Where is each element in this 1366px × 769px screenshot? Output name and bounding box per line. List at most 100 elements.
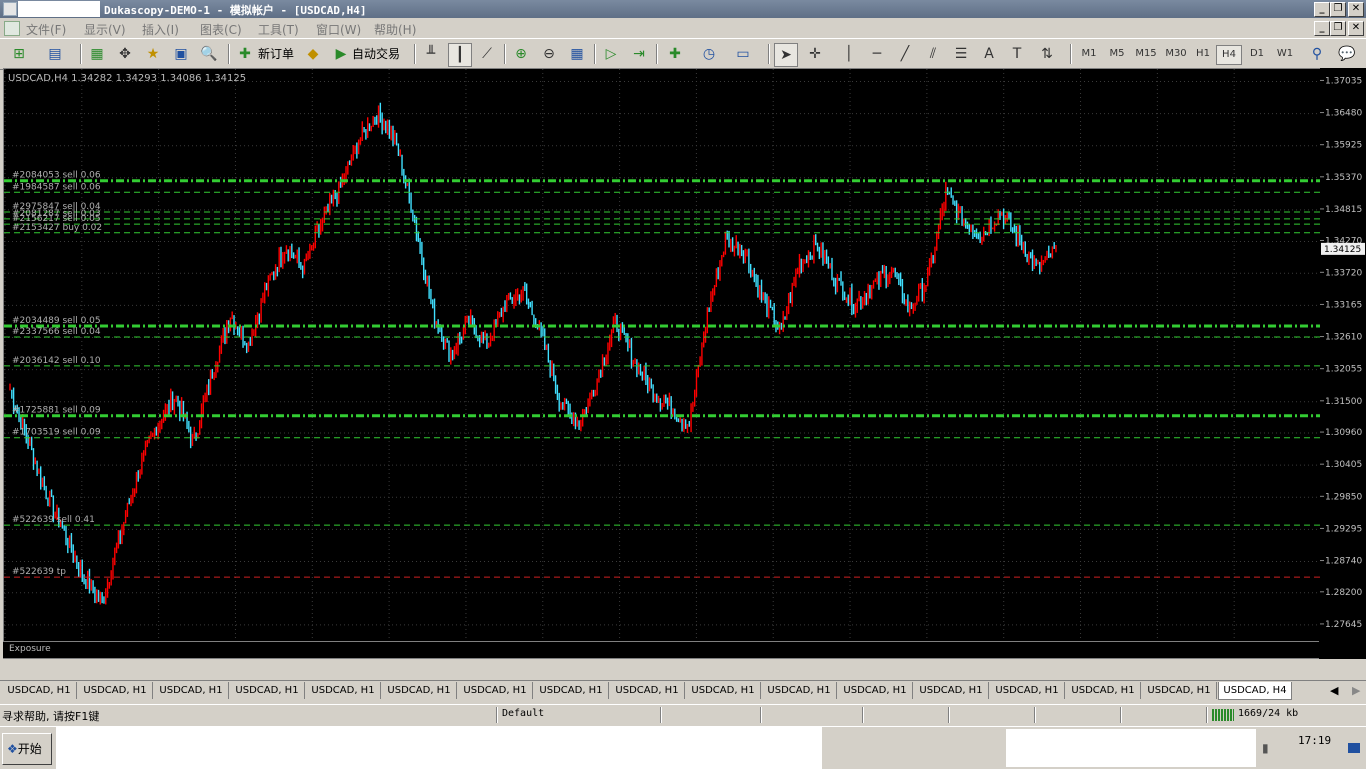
child-close-icon[interactable]: ✕ (1348, 21, 1364, 36)
chart-canvas: #2084053 sell 0.06#1984587 sell 0.06#297… (4, 69, 1320, 642)
trendline-icon[interactable]: ╱ (894, 43, 916, 65)
tab-usdcad-h1[interactable]: USDCAD, H1 (1142, 682, 1217, 699)
menu-tools[interactable]: 工具(T) (258, 21, 299, 38)
timeframe-w1[interactable]: W1 (1274, 45, 1296, 63)
tab-usdcad-h4[interactable]: USDCAD, H4 (1218, 682, 1292, 700)
menu-insert[interactable]: 插入(I) (142, 21, 179, 38)
data-window-icon[interactable]: ✥ (114, 43, 136, 65)
navigator-icon[interactable]: ★ (142, 43, 164, 65)
toolbar-separator (594, 44, 596, 64)
close-icon[interactable]: ✕ (1348, 2, 1364, 17)
current-price-label: 1.34125 (1324, 245, 1361, 255)
chart-shift-icon[interactable]: ⇥ (628, 43, 650, 65)
exposure-label: Exposure (9, 644, 51, 654)
order-label: #2084053 sell 0.06 (12, 171, 101, 181)
status-separator (1206, 707, 1208, 723)
tab-usdcad-h1[interactable]: USDCAD, H1 (382, 682, 457, 699)
menu-window[interactable]: 窗口(W) (316, 21, 361, 38)
line-chart-icon[interactable]: ⟋ (476, 43, 498, 65)
equidistant-channel-icon[interactable]: ⫽ (922, 43, 944, 65)
new-chart-icon[interactable]: ⊞ (8, 43, 30, 65)
restore-icon[interactable]: ❐ (1330, 2, 1346, 17)
start-button[interactable]: ❖开始 (2, 733, 52, 765)
zoom-out-icon[interactable]: ⊖ (538, 43, 560, 65)
tab-scroll-right-icon[interactable]: ▶ (1352, 684, 1360, 697)
toolbar: ⊞ ▤ ▦ ✥ ★ ▣ 🔍 ✚ 新订单 ◆ ▶ 自动交易 ╨ ┃ ⟋ ⊕ ⊖ ▦… (0, 38, 1366, 70)
templates-icon[interactable]: ▭ (732, 43, 754, 65)
chart-tabs: USDCAD, H1 USDCAD, H1 USDCAD, H1 USDCAD, H1… (0, 680, 1366, 701)
tab-usdcad-h1[interactable]: USDCAD, H1 (610, 682, 685, 699)
text-label-icon[interactable]: T (1006, 43, 1028, 65)
crosshair-icon[interactable]: ✛ (804, 43, 826, 65)
timeframe-m30[interactable]: M30 (1162, 45, 1190, 63)
timeframe-d1[interactable]: D1 (1246, 45, 1268, 63)
desktop-icon[interactable] (1348, 743, 1360, 753)
tab-scroll-left-icon[interactable]: ◀ (1330, 684, 1338, 697)
tab-usdcad-h1[interactable]: USDCAD, H1 (458, 682, 533, 699)
status-traffic: 1669/24 kb (1238, 708, 1299, 719)
tab-usdcad-h1[interactable]: USDCAD, H1 (762, 682, 837, 699)
indicators-icon[interactable]: ✚ (664, 43, 686, 65)
tile-windows-icon[interactable]: ▦ (566, 43, 588, 65)
bar-chart-icon[interactable]: ╨ (420, 43, 442, 65)
price-tick-label: 1.32610 (1325, 333, 1362, 343)
timeframe-m15[interactable]: M15 (1132, 45, 1160, 63)
terminal-icon[interactable]: ▣ (170, 43, 192, 65)
strategy-tester-icon[interactable]: 🔍 (198, 43, 220, 65)
tab-usdcad-h1[interactable]: USDCAD, H1 (306, 682, 381, 699)
minimize-icon[interactable]: _ (1314, 2, 1330, 17)
zoom-in-icon[interactable]: ⊕ (510, 43, 532, 65)
tab-usdcad-h1[interactable]: USDCAD, H1 (838, 682, 913, 699)
periods-icon[interactable]: ◷ (698, 43, 720, 65)
chat-icon[interactable]: 💬 (1336, 43, 1358, 65)
timeframe-h1[interactable]: H1 (1192, 45, 1214, 63)
horizontal-line-icon[interactable]: ─ (866, 43, 888, 65)
auto-trading-icon[interactable]: ▶ (330, 43, 352, 65)
cursor-icon[interactable]: ➤ (774, 43, 798, 67)
price-chart[interactable]: #2084053 sell 0.06 #1984587 sell 0.06 #297… (3, 68, 1321, 643)
search-icon[interactable]: ⚲ (1306, 43, 1328, 65)
toolbar-separator (414, 44, 416, 64)
price-tick-label: 1.35925 (1325, 141, 1362, 151)
metaeditor-icon[interactable]: ◆ (302, 43, 324, 65)
menu-help[interactable]: 帮助(H) (374, 21, 416, 38)
tab-usdcad-h1[interactable]: USDCAD, H1 (534, 682, 609, 699)
text-icon[interactable]: A (978, 43, 1000, 65)
new-order-icon[interactable]: ✚ (234, 43, 256, 65)
arrows-icon[interactable]: ⇅ (1036, 43, 1058, 65)
fibonacci-icon[interactable]: ☰ (950, 43, 972, 65)
menu-view[interactable]: 显示(V) (84, 21, 126, 38)
toolbar-separator (504, 44, 506, 64)
auto-trading-button[interactable]: 自动交易 (352, 44, 400, 64)
tab-usdcad-h1[interactable]: USDCAD, H1 (154, 682, 229, 699)
vertical-line-icon[interactable]: │ (838, 43, 860, 65)
tab-usdcad-h1[interactable]: USDCAD, H1 (990, 682, 1065, 699)
status-separator (948, 707, 950, 723)
menu-chart[interactable]: 图表(C) (200, 21, 242, 38)
network-icon[interactable]: ▮ (1262, 741, 1269, 755)
tab-usdcad-h1[interactable]: USDCAD, H1 (686, 682, 761, 699)
market-watch-icon[interactable]: ▦ (86, 43, 108, 65)
profiles-icon[interactable]: ▤ (44, 43, 66, 65)
order-label: #2036142 sell 0.10 (12, 356, 101, 366)
child-minimize-icon[interactable]: _ (1314, 21, 1330, 36)
status-separator (760, 707, 762, 723)
status-separator (1034, 707, 1036, 723)
menu-file[interactable]: 文件(F) (26, 21, 66, 38)
redacted-area (1006, 729, 1256, 767)
timeframe-m5[interactable]: M5 (1106, 45, 1128, 63)
child-restore-icon[interactable]: ❐ (1330, 21, 1346, 36)
order-label: #1703519 sell 0.09 (12, 428, 101, 438)
price-tick-label: 1.30405 (1325, 460, 1362, 470)
timeframe-h4[interactable]: H4 (1216, 45, 1242, 65)
autoscroll-icon[interactable]: ▷ (600, 43, 622, 65)
tab-usdcad-h1[interactable]: USDCAD, H1 (78, 682, 153, 699)
timeframe-m1[interactable]: M1 (1078, 45, 1100, 63)
tab-usdcad-h1[interactable]: USDCAD, H1 (2, 682, 77, 699)
new-order-button[interactable]: 新订单 (258, 44, 294, 64)
tab-usdcad-h1[interactable]: USDCAD, H1 (1066, 682, 1141, 699)
status-bar: 寻求帮助, 请按F1键 Default 1669/24 kb (0, 704, 1366, 725)
candlestick-icon[interactable]: ┃ (448, 43, 472, 67)
tab-usdcad-h1[interactable]: USDCAD, H1 (914, 682, 989, 699)
tab-usdcad-h1[interactable]: USDCAD, H1 (230, 682, 305, 699)
